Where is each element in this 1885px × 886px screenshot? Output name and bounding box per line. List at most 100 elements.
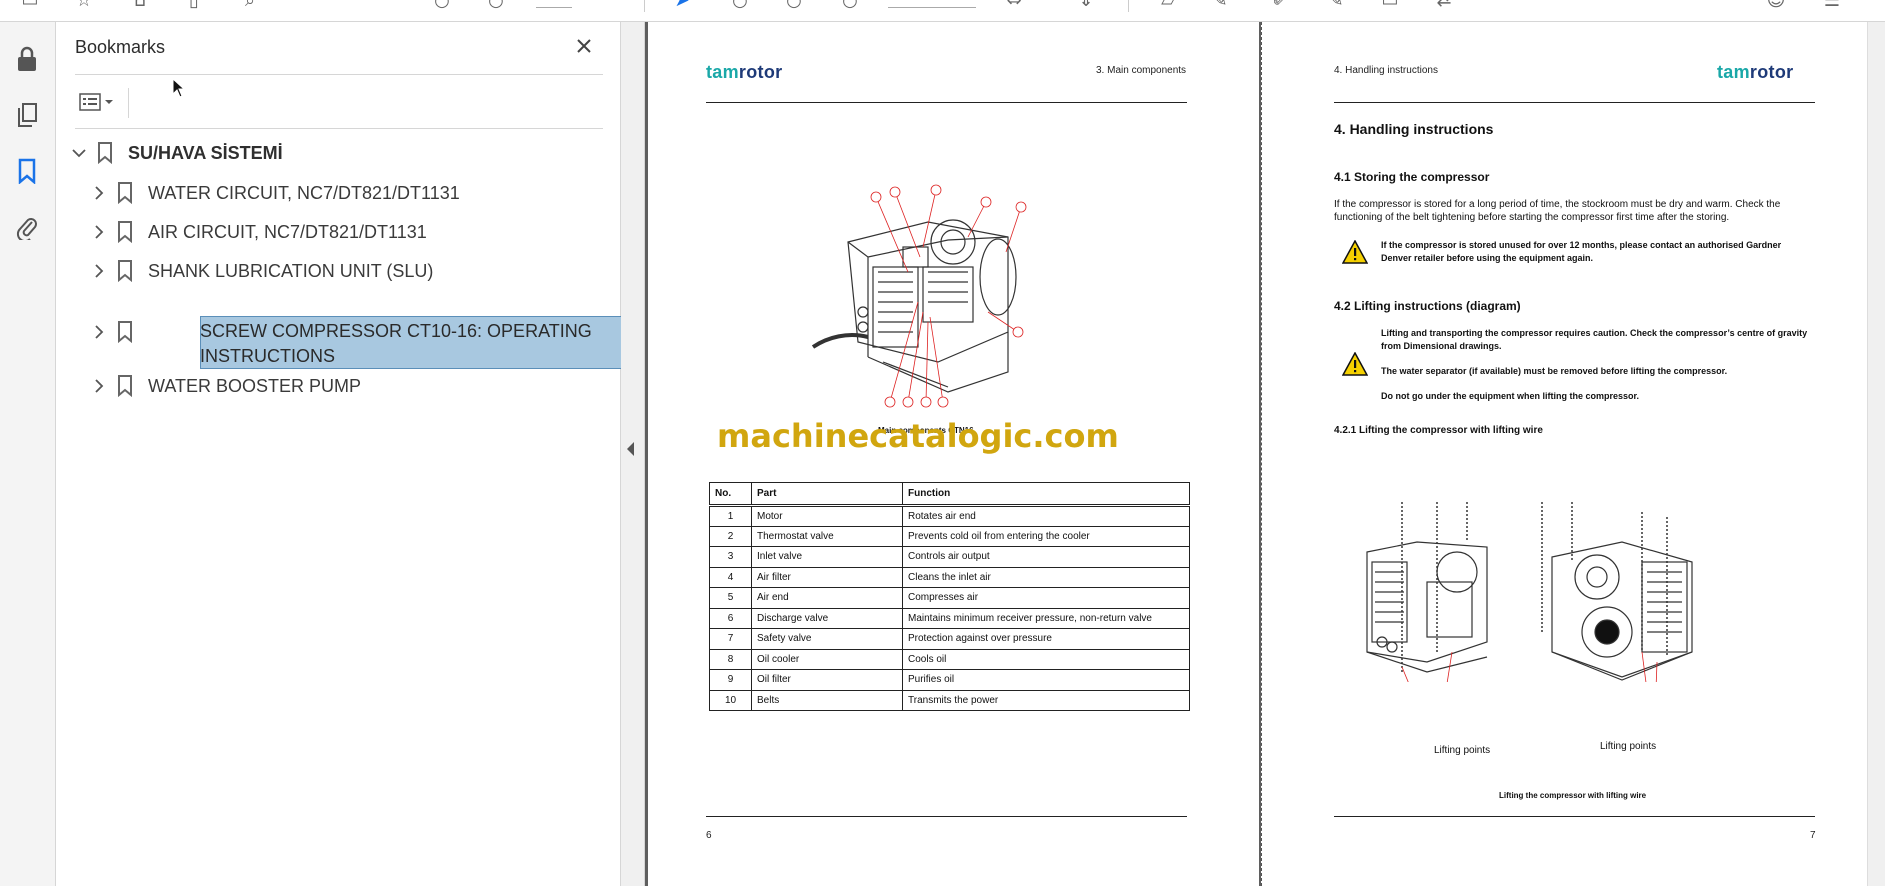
chevron-left-icon[interactable]	[627, 442, 634, 456]
bookmark-icon[interactable]	[12, 156, 42, 186]
table-cell: 6	[709, 607, 752, 629]
table-row: 2 Thermostat valve Prevents cold oil from …	[709, 525, 1190, 547]
section-heading: 4. Handling instructions	[1334, 121, 1494, 137]
table-cell: Air filter	[751, 566, 903, 588]
draw-icon[interactable]: ✐	[1270, 0, 1290, 10]
toolbar-divider	[1128, 0, 1129, 12]
table-row: 8 Oil cooler Cools oil	[709, 648, 1190, 670]
bookmark-icon	[114, 260, 136, 282]
bookmark-item[interactable]: WATER BOOSTER PUMP	[88, 371, 361, 401]
bookmark-root[interactable]: SU/HAVA SİSTEMİ	[68, 138, 283, 168]
vertical-scrollbar[interactable]	[1867, 22, 1885, 886]
panel-collapse-handle[interactable]	[621, 22, 645, 886]
bookmark-icon	[114, 321, 136, 343]
arrow-down-icon[interactable]: ○	[486, 0, 506, 10]
table-cell: Transmits the power	[902, 689, 1190, 711]
warning-text: If the compressor is stored unused for o…	[1381, 240, 1782, 263]
footer-rule	[1334, 816, 1815, 817]
header-rule	[706, 102, 1187, 103]
paragraph: The water separator (if available) must …	[1381, 366, 1728, 376]
page-number-field[interactable]	[536, 0, 572, 8]
zoom-in-icon[interactable]: ○	[784, 0, 804, 10]
hand-icon[interactable]: ○	[840, 0, 860, 10]
table-row: 3 Inlet valve Controls air output	[709, 546, 1190, 568]
stamp-icon[interactable]: ▭	[1380, 0, 1400, 10]
chevron-right-icon[interactable]	[88, 182, 110, 204]
share-icon[interactable]: ⇄	[1434, 0, 1454, 10]
arrow-up-icon[interactable]: ○	[432, 0, 452, 10]
divider	[75, 74, 603, 75]
bookmarks-panel: Bookmarks SU/HAVA SİSTEMİ WATER CIRCUIT,…	[56, 22, 668, 886]
cloud-icon[interactable]: ⌂	[130, 0, 150, 10]
search-icon[interactable]: ⌕	[240, 0, 260, 10]
zoom-field[interactable]	[888, 0, 976, 8]
table-cell: Discharge valve	[751, 607, 903, 629]
page-icon[interactable]: ▯	[184, 0, 204, 10]
mouse-cursor-icon	[172, 78, 186, 98]
close-icon[interactable]	[572, 34, 596, 58]
cursor-icon[interactable]: ➤	[672, 0, 692, 10]
subsection-heading: 4.2.1 Lifting the compressor with liftin…	[1334, 425, 1543, 436]
account-icon[interactable]: ☺	[1766, 0, 1786, 10]
table-cell: Air end	[751, 587, 903, 609]
table-cell: Oil cooler	[751, 648, 903, 670]
menu-icon[interactable]: ☰	[1822, 0, 1842, 10]
scroll-icon[interactable]: ⇕	[1076, 0, 1096, 10]
table-cell: Maintains minimum receiver pressure, non…	[902, 607, 1190, 629]
bookmark-label: SCREW COMPRESSOR CT10-16: OPERATING INST…	[200, 321, 592, 366]
table-cell: Inlet valve	[751, 546, 903, 568]
table-row: 4 Air filter Cleans the inlet air	[709, 566, 1190, 588]
table-row: 6 Discharge valve Maintains minimum receiv…	[709, 607, 1190, 629]
chevron-down-icon[interactable]	[68, 142, 90, 164]
highlight-icon[interactable]: ✎	[1210, 0, 1230, 10]
comment-icon[interactable]: ▱	[1158, 0, 1178, 10]
lifting-diagram-left	[1366, 502, 1488, 682]
edit-icon[interactable]: ✎	[1326, 0, 1346, 10]
warning-icon	[1342, 240, 1368, 264]
page-header: 4. Handling instructions	[1334, 65, 1438, 76]
lifting-points-label: Lifting points	[1600, 741, 1657, 752]
compressor-diagram	[811, 184, 1027, 408]
table-cell: 7	[709, 628, 752, 650]
bookmark-item[interactable]: SHANK LUBRICATION UNIT (SLU)	[88, 256, 433, 286]
document-page-6: tamrotor 3. Main components Main compone…	[648, 22, 1259, 886]
page-number: 6	[706, 830, 712, 841]
document-viewer[interactable]: tamrotor 3. Main components Main compone…	[645, 22, 1867, 886]
bookmark-label: SHANK LUBRICATION UNIT (SLU)	[148, 260, 434, 281]
column-header: Function	[902, 482, 1190, 507]
lock-icon[interactable]	[12, 44, 42, 74]
chevron-right-icon[interactable]	[88, 321, 110, 343]
bookmark-item-selected[interactable]	[88, 317, 136, 347]
chevron-right-icon[interactable]	[88, 260, 110, 282]
page-number: 7	[1810, 830, 1816, 841]
bookmark-item[interactable]: WATER CIRCUIT, NC7/DT821/DT1131	[88, 178, 460, 208]
table-row: 7 Safety valve Protection against over pre…	[709, 628, 1190, 650]
top-toolbar: ▭ ☆ ⌂ ▯ ⌕ ○ ○ ➤ ○ ○ ○ ⇔ ⇕ ▱ ✎ ✐ ✎ ▭ ⇄ ☺ …	[0, 0, 1885, 22]
table-cell: Compresses air	[902, 587, 1190, 609]
table-cell: 8	[709, 648, 752, 670]
fit-icon[interactable]: ⇔	[1004, 0, 1024, 10]
attachment-icon[interactable]	[12, 212, 42, 242]
table-cell: 3	[709, 546, 752, 568]
table-cell: 9	[709, 669, 752, 691]
zoom-out-icon[interactable]: ○	[730, 0, 750, 10]
subsection-heading: 4.1 Storing the compressor	[1334, 170, 1490, 184]
bookmark-item[interactable]: AIR CIRCUIT, NC7/DT821/DT1131	[88, 217, 427, 247]
column-header: No.	[709, 482, 752, 507]
star-icon[interactable]: ☆	[74, 0, 94, 10]
print-icon[interactable]: ▭	[20, 0, 40, 10]
paragraph: If the compressor is stored for a long p…	[1334, 199, 1781, 223]
table-row: 9 Oil filter Purifies oil	[709, 669, 1190, 691]
pages-icon[interactable]	[12, 100, 42, 130]
navigation-rail	[0, 22, 56, 886]
table-cell: 4	[709, 566, 752, 588]
chevron-right-icon[interactable]	[88, 221, 110, 243]
brand-logo: tamrotor	[1717, 62, 1794, 82]
paragraph: Do not go under the equipment when lifti…	[1381, 391, 1640, 401]
table-cell: Rotates air end	[902, 505, 1190, 527]
table-cell: 1	[709, 505, 752, 527]
chevron-right-icon[interactable]	[88, 375, 110, 397]
divider	[75, 128, 603, 129]
table-cell: 5	[709, 587, 752, 609]
bookmark-options-button[interactable]	[75, 85, 123, 119]
